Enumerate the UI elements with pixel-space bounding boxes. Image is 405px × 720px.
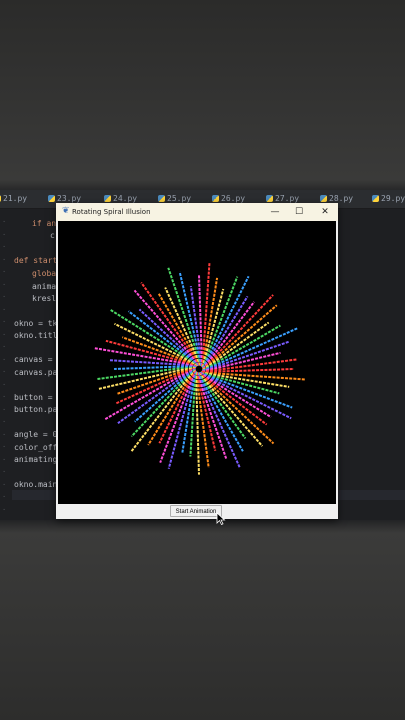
line-number: · xyxy=(2,343,7,351)
python-file-icon xyxy=(266,195,273,202)
line-number: · xyxy=(2,330,7,339)
python-file-icon xyxy=(372,195,379,202)
line-number: · xyxy=(2,455,7,464)
start-animation-button[interactable]: Start Animation xyxy=(170,505,222,517)
spiral-illusion xyxy=(94,262,306,475)
line-number: · xyxy=(2,505,7,514)
spiral-ray xyxy=(114,364,197,370)
line-number: · xyxy=(2,393,7,401)
spiral-ray xyxy=(115,366,196,405)
code-line: button.pa xyxy=(14,405,58,414)
code-line: c xyxy=(50,231,55,240)
code-line: color_off xyxy=(14,443,58,452)
code-line: def start xyxy=(14,256,58,265)
spiral-ray xyxy=(178,271,203,367)
minimize-icon[interactable]: — xyxy=(268,206,282,218)
code-line: canvas = xyxy=(14,355,53,364)
editor-tab[interactable]: 21.py xyxy=(0,194,27,203)
close-icon[interactable]: ✕ xyxy=(318,206,332,218)
mouse-cursor-icon xyxy=(216,512,226,526)
code-line-text: if an xyxy=(32,219,57,228)
code-line: okno = tk xyxy=(14,319,58,328)
code-line: okno.titl xyxy=(14,331,58,340)
code-line: angle = 0 xyxy=(14,430,58,439)
code-line: button = xyxy=(14,393,53,402)
editor-tab[interactable]: 25.py xyxy=(158,194,191,203)
editor-tab[interactable]: 26.py xyxy=(212,194,245,203)
window-title-bar[interactable]: ❦ Rotating Spiral Illusion — ☐ ✕ xyxy=(56,203,338,221)
code-line: canvas.pa xyxy=(14,368,58,377)
line-number: · xyxy=(2,305,7,314)
line-number: · xyxy=(2,218,7,226)
spiral-ray xyxy=(133,289,201,366)
line-number: · xyxy=(2,418,7,426)
editor-tab[interactable]: 27.py xyxy=(266,194,299,203)
line-number: · xyxy=(2,255,7,264)
code-line: animating xyxy=(14,455,58,464)
python-file-icon xyxy=(0,195,1,202)
line-number: · xyxy=(2,430,7,439)
line-number: · xyxy=(2,380,7,389)
line-number: · xyxy=(2,230,7,239)
editor-tab[interactable]: 28.py xyxy=(320,194,353,203)
spiral-ray xyxy=(138,308,201,366)
line-number: · xyxy=(2,368,7,376)
python-file-icon xyxy=(48,195,55,202)
editor-tab[interactable]: 23.py xyxy=(48,194,81,203)
line-gutter: · · · · · · · · · · · · · · · · · · · · · · · · xyxy=(0,208,12,520)
tk-window: ❦ Rotating Spiral Illusion — ☐ ✕ Start A… xyxy=(56,203,338,519)
line-number: · xyxy=(2,293,7,301)
python-file-icon xyxy=(320,195,327,202)
maximize-icon[interactable]: ☐ xyxy=(292,206,306,218)
code-line: anima xyxy=(32,282,57,291)
line-number: · xyxy=(2,443,7,451)
spiral-ray xyxy=(167,370,197,470)
code-line: okno.main xyxy=(14,480,58,489)
code-line: globa xyxy=(32,269,57,278)
line-number: · xyxy=(2,280,7,289)
code-line: if an xyxy=(32,219,56,228)
line-number: · xyxy=(2,468,7,476)
line-number: · xyxy=(2,318,7,326)
python-file-icon xyxy=(104,195,111,202)
line-number: · xyxy=(2,480,7,489)
line-number: · xyxy=(2,493,7,501)
line-number: · xyxy=(2,268,7,276)
tk-feather-icon: ❦ xyxy=(62,206,70,216)
line-number: · xyxy=(2,355,7,364)
spiral-ray xyxy=(109,308,200,366)
line-number: · xyxy=(2,243,7,251)
code-line: kresl xyxy=(32,294,57,303)
python-file-icon xyxy=(158,195,165,202)
python-file-icon xyxy=(212,195,219,202)
window-title: Rotating Spiral Illusion xyxy=(72,208,151,216)
animation-canvas[interactable] xyxy=(58,221,336,504)
editor-tab[interactable]: 29.py xyxy=(372,194,405,203)
line-number: · xyxy=(2,405,7,414)
editor-tab[interactable]: 24.py xyxy=(104,194,137,203)
